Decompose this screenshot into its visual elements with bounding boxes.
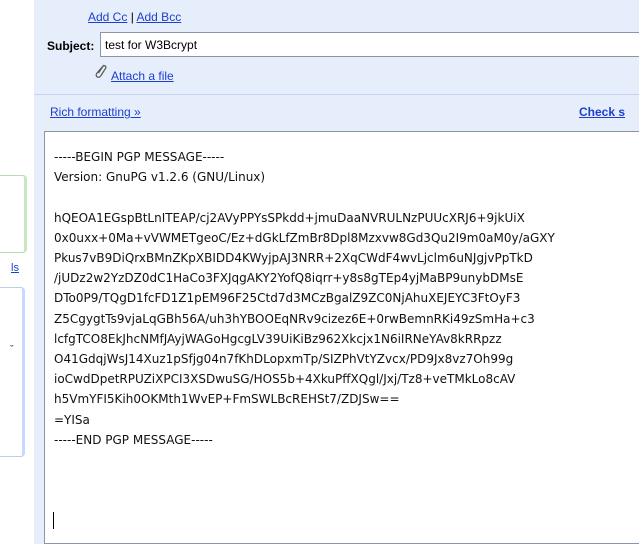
subject-label: Subject: bbox=[47, 39, 95, 53]
check-spelling-link[interactable]: Check s bbox=[579, 105, 625, 119]
sidebar-partial-link[interactable]: ls bbox=[11, 262, 19, 274]
sidebar-green-box bbox=[0, 175, 27, 253]
message-body-editor[interactable]: -----BEGIN PGP MESSAGE----- Version: Gnu… bbox=[44, 131, 639, 544]
rich-formatting-link[interactable]: Rich formatting » bbox=[50, 105, 141, 119]
sidebar-strip: ls ˇ bbox=[0, 0, 34, 544]
message-body-text: -----BEGIN PGP MESSAGE----- Version: Gnu… bbox=[54, 150, 555, 447]
cc-bcc-links: Add Cc | Add Bcc bbox=[88, 10, 181, 24]
attach-file-link[interactable]: Attach a file bbox=[111, 69, 174, 83]
add-bcc-link[interactable]: Add Bcc bbox=[137, 10, 182, 24]
link-separator: | bbox=[130, 10, 134, 24]
paperclip-icon bbox=[95, 64, 107, 78]
toolbar-divider bbox=[34, 94, 639, 95]
sidebar-partial-mark: ˇ bbox=[10, 344, 14, 356]
sidebar-blue-box bbox=[0, 287, 25, 457]
add-cc-link[interactable]: Add Cc bbox=[88, 10, 127, 24]
text-caret bbox=[53, 512, 54, 529]
subject-input[interactable] bbox=[100, 32, 639, 57]
compose-panel: Add Cc | Add Bcc Subject: Attach a file … bbox=[34, 0, 639, 544]
